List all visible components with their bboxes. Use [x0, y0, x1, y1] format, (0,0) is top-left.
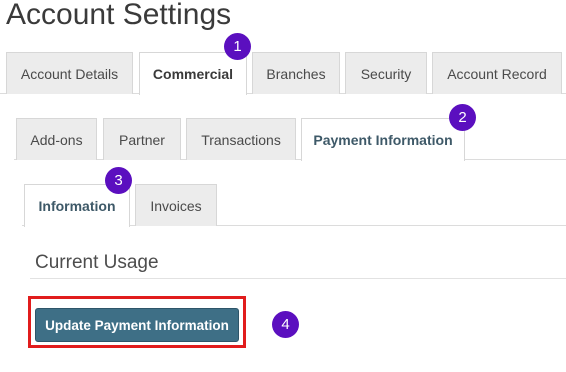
payment-tab-bar: Information Invoices	[22, 184, 566, 227]
section-title: Current Usage	[35, 252, 159, 273]
tab-label: Security	[360, 65, 412, 82]
tab-branches[interactable]: Branches	[252, 52, 340, 94]
step-badge-2: 2	[449, 104, 476, 131]
tab-label: Partner	[119, 131, 165, 148]
button-label: Update Payment Information	[45, 317, 229, 333]
tab-security[interactable]: Security	[345, 52, 427, 94]
tab-label: Transactions	[201, 131, 281, 148]
tab-partner[interactable]: Partner	[103, 118, 181, 160]
main-tab-bar: Account Details Commercial Branches Secu…	[0, 52, 566, 95]
step-badge-4: 4	[272, 311, 299, 338]
tab-label: Payment Information	[313, 132, 453, 148]
tab-label: Commercial	[152, 66, 234, 82]
tab-label: Information	[38, 198, 116, 214]
tab-transactions[interactable]: Transactions	[186, 118, 296, 160]
tab-account-details[interactable]: Account Details	[6, 52, 133, 94]
step-badge-3: 3	[105, 167, 132, 194]
tab-label: Account Details	[20, 65, 119, 82]
section-divider	[30, 278, 566, 279]
tab-payment-information[interactable]: Payment Information	[301, 118, 465, 161]
tab-invoices[interactable]: Invoices	[135, 184, 217, 226]
tab-account-record[interactable]: Account Record	[432, 52, 562, 94]
update-payment-information-button[interactable]: Update Payment Information	[35, 308, 239, 342]
tab-label: Add-ons	[30, 131, 83, 148]
step-badge-1: 1	[224, 33, 251, 60]
tab-label: Branches	[266, 65, 326, 82]
tab-label: Account Record	[447, 65, 547, 82]
commercial-tab-bar: Add-ons Partner Transactions Payment Inf…	[14, 118, 566, 161]
tab-add-ons[interactable]: Add-ons	[16, 118, 97, 160]
tab-label: Invoices	[150, 197, 202, 214]
page-title: Account Settings	[6, 0, 232, 31]
